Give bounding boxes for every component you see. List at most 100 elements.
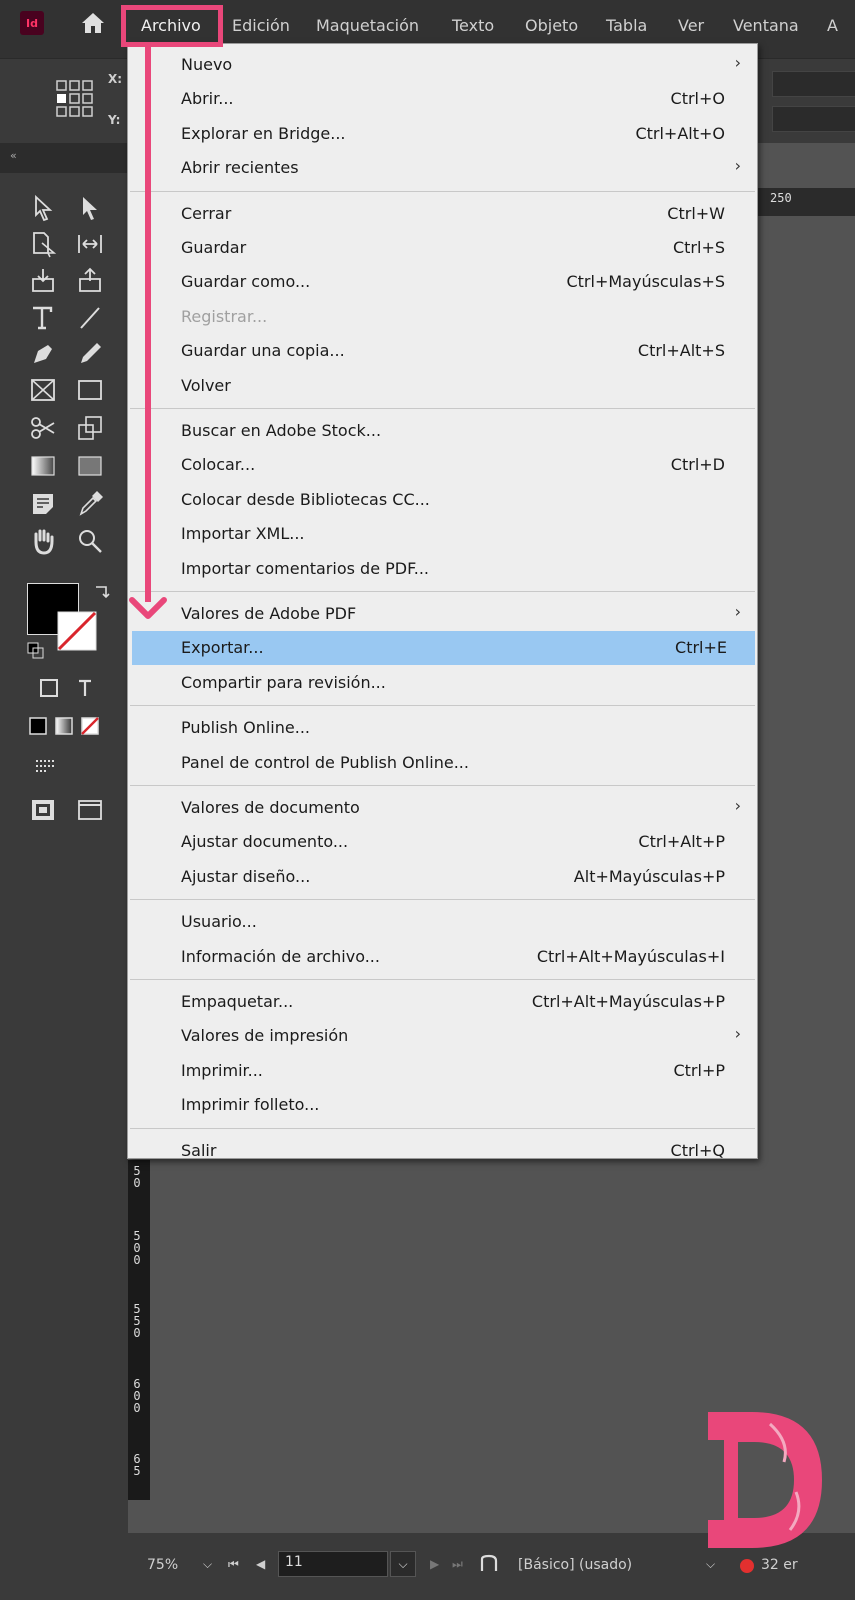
menu-item-valores-de-adobe-pdf[interactable]: Valores de Adobe PDF › — [128, 597, 757, 631]
rectangle-frame-tool-icon[interactable] — [28, 375, 58, 405]
gradient-feather-tool-icon[interactable] — [75, 451, 105, 481]
menu-item-imprimir[interactable]: Imprimir... Ctrl+P — [128, 1054, 757, 1088]
y-label: Y: — [108, 113, 121, 127]
menu-ventana[interactable]: Ventana — [733, 16, 799, 35]
menu-item-abrir-recientes[interactable]: Abrir recientes › — [128, 151, 757, 185]
menu-item-nuevo[interactable]: Nuevo › — [128, 48, 757, 82]
scissors-tool-icon[interactable] — [28, 413, 58, 443]
menu-item-publish-online[interactable]: Publish Online... — [128, 711, 757, 745]
pencil-tool-icon[interactable] — [75, 339, 105, 369]
formatting-container-icon[interactable] — [34, 673, 64, 703]
open-page-icon[interactable] — [478, 1553, 500, 1575]
page-tool-icon[interactable] — [28, 229, 58, 259]
zoom-level[interactable]: 75% — [147, 1557, 178, 1573]
content-placer-icon[interactable] — [75, 265, 105, 295]
reference-point-icon[interactable] — [55, 79, 95, 119]
menu-item-explorar-en-bridge[interactable]: Explorar en Bridge... Ctrl+Alt+O — [128, 117, 757, 151]
default-fill-stroke-icon[interactable] — [26, 641, 46, 661]
menu-tabla[interactable]: Tabla — [606, 16, 647, 35]
x-spinner[interactable] — [772, 71, 855, 97]
menu-edicion[interactable]: Edición — [232, 16, 290, 35]
eyedropper-tool-icon[interactable] — [75, 489, 105, 519]
apply-none-icon[interactable] — [76, 711, 106, 741]
home-icon[interactable] — [80, 10, 106, 36]
menu-item-guardar-como[interactable]: Guardar como... Ctrl+Mayúsculas+S — [128, 265, 757, 299]
menu-item-buscar-en-adobe-stock[interactable]: Buscar en Adobe Stock... — [128, 414, 757, 448]
menu-item-importar-comentarios-de-pdf[interactable]: Importar comentarios de PDF... — [128, 552, 757, 586]
menu-item-cerrar[interactable]: Cerrar Ctrl+W — [128, 197, 757, 231]
next-page-icon[interactable]: ▶ — [430, 1557, 439, 1571]
menu-item-shortcut: Ctrl+D — [670, 455, 725, 475]
content-collector-icon[interactable] — [28, 265, 58, 295]
preflight-dropdown-icon[interactable]: ⌵ — [706, 1557, 715, 1572]
menu-item-label: Exportar... — [181, 638, 264, 658]
page-field[interactable]: 11 — [278, 1551, 388, 1577]
menu-separator — [130, 785, 755, 786]
gap-tool-icon[interactable] — [75, 229, 105, 259]
y-spinner[interactable] — [772, 106, 855, 132]
selection-tool-icon[interactable] — [28, 193, 58, 223]
error-indicator-icon[interactable] — [740, 1559, 754, 1573]
menu-item-volver[interactable]: Volver — [128, 369, 757, 403]
last-page-icon[interactable]: ⏭ — [452, 1557, 463, 1572]
menu-item-valores-de-documento[interactable]: Valores de documento › — [128, 791, 757, 825]
page-dropdown-icon[interactable]: ⌵ — [390, 1551, 416, 1577]
menu-ver[interactable]: Ver — [678, 16, 704, 35]
submenu-chevron-icon: › — [734, 1024, 741, 1044]
preflight-profile[interactable]: [Básico] (usado) — [518, 1557, 632, 1573]
menu-ayuda[interactable]: A — [827, 16, 838, 35]
menu-item-empaquetar[interactable]: Empaquetar... Ctrl+Alt+Mayúsculas+P — [128, 985, 757, 1019]
zoom-dropdown-icon[interactable]: ⌵ — [203, 1557, 212, 1572]
menu-item-guardar-una-copia[interactable]: Guardar una copia... Ctrl+Alt+S — [128, 334, 757, 368]
menu-item-panel-de-control-de-publish-online[interactable]: Panel de control de Publish Online... — [128, 746, 757, 780]
menu-item-label: Abrir recientes — [181, 158, 299, 178]
type-tool-icon[interactable] — [28, 303, 58, 333]
ruler-tick: 5 5 0 — [133, 1302, 141, 1340]
menu-item-label: Colocar... — [181, 455, 256, 475]
menu-maquetacion[interactable]: Maquetación — [316, 16, 419, 35]
menu-objeto[interactable]: Objeto — [525, 16, 578, 35]
view-mode-icon[interactable] — [30, 751, 60, 781]
menu-item-compartir-para-revision[interactable]: Compartir para revisión... — [128, 666, 757, 700]
tools-collapse-button[interactable]: « — [0, 143, 128, 173]
direct-selection-tool-icon[interactable] — [75, 193, 105, 223]
rectangle-tool-icon[interactable] — [75, 375, 105, 405]
menu-item-salir[interactable]: Salir Ctrl+Q — [128, 1134, 757, 1168]
menu-item-guardar[interactable]: Guardar Ctrl+S — [128, 231, 757, 265]
pen-tool-icon[interactable] — [28, 339, 58, 369]
menu-item-informacion-de-archivo[interactable]: Información de archivo... Ctrl+Alt+Mayúsc… — [128, 940, 757, 974]
vertical-ruler[interactable]: 5 0 5 0 0 5 5 0 6 0 0 6 5 — [128, 1160, 150, 1500]
menu-item-exportar[interactable]: Exportar... Ctrl+E — [132, 631, 755, 666]
screen-mode-preview-icon[interactable] — [75, 795, 105, 825]
gradient-swatch-tool-icon[interactable] — [28, 451, 58, 481]
menu-item-label: Colocar desde Bibliotecas CC... — [181, 489, 430, 509]
menu-item-ajustar-documento[interactable]: Ajustar documento... Ctrl+Alt+P — [128, 825, 757, 859]
formatting-text-icon[interactable] — [70, 673, 100, 703]
first-page-icon[interactable]: ⏮ — [228, 1557, 239, 1572]
stroke-swatch[interactable] — [57, 611, 97, 651]
menu-item-colocar[interactable]: Colocar... Ctrl+D — [128, 448, 757, 482]
menu-item-shortcut: Ctrl+Alt+O — [635, 123, 725, 143]
swap-fill-stroke-icon[interactable] — [92, 581, 114, 603]
indesign-app-icon[interactable]: Id — [20, 11, 44, 35]
menu-item-importar-xml[interactable]: Importar XML... — [128, 517, 757, 551]
menu-separator — [130, 190, 755, 192]
menu-item-ajustar-diseno[interactable]: Ajustar diseño... Alt+Mayúsculas+P — [128, 860, 757, 894]
menu-item-abrir[interactable]: Abrir... Ctrl+O — [128, 82, 757, 116]
error-count[interactable]: 32 er — [761, 1557, 798, 1573]
free-transform-tool-icon[interactable] — [75, 413, 105, 443]
line-tool-icon[interactable] — [75, 303, 105, 333]
zoom-tool-icon[interactable] — [75, 526, 105, 556]
menu-item-valores-de-impresion[interactable]: Valores de impresión › — [128, 1019, 757, 1053]
menu-item-colocar-desde-bibliotecas-cc[interactable]: Colocar desde Bibliotecas CC... — [128, 483, 757, 517]
menu-item-imprimir-folleto[interactable]: Imprimir folleto... — [128, 1088, 757, 1122]
ruler-tick: 6 0 0 — [133, 1377, 141, 1415]
menu-separator — [130, 408, 755, 409]
menu-texto[interactable]: Texto — [452, 16, 494, 35]
menu-item-usuario[interactable]: Usuario... — [128, 905, 757, 939]
menu-item-registrar: Registrar... — [128, 300, 757, 334]
previous-page-icon[interactable]: ◀ — [256, 1557, 265, 1571]
note-tool-icon[interactable] — [28, 489, 58, 519]
hand-tool-icon[interactable] — [28, 526, 58, 556]
screen-mode-normal-icon[interactable] — [28, 795, 58, 825]
